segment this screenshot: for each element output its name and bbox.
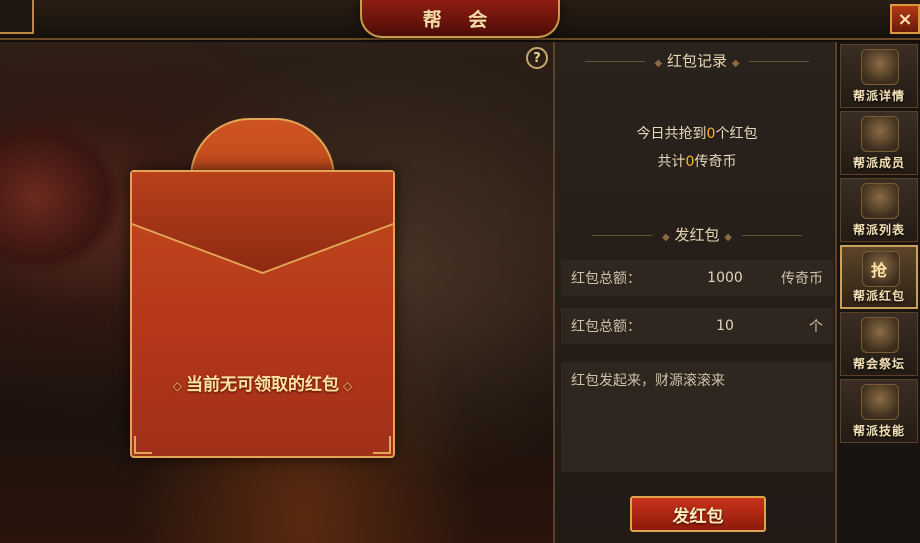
- divider: [749, 61, 810, 62]
- tab-label: 帮派列表: [852, 223, 905, 237]
- dragon-artwork: [0, 122, 120, 272]
- red-envelope[interactable]: ◇ 当前无可领取的红包 ◇: [130, 118, 395, 458]
- tab-guild-red-envelope[interactable]: 抢 帮派红包: [840, 245, 918, 309]
- divider: [584, 61, 645, 62]
- tab-label: 帮派技能: [852, 424, 905, 438]
- tab-guild-list[interactable]: 帮派列表: [840, 178, 918, 242]
- amount-input[interactable]: 1000: [681, 270, 769, 286]
- tab-label: 帮派红包: [852, 289, 905, 303]
- send-envelope-button[interactable]: 发红包: [630, 496, 766, 532]
- tab-guild-details[interactable]: 帮派详情: [840, 44, 918, 108]
- title-bar: 帮 会 ×: [0, 0, 920, 40]
- warrior-helmet-icon: [861, 116, 899, 152]
- red-envelope-panel: ◆ 红包记录 ◆ 今日共抢到0个红包 共计0传奇币 ◆ 发红包 ◆ 红包总额： …: [553, 42, 837, 543]
- total-coins-line: 共计0传奇币: [555, 148, 839, 176]
- diamond-icon: ◇: [343, 379, 353, 393]
- background-scene: ? ◇ 当前无可领取的红包 ◇: [0, 42, 553, 543]
- message-placeholder: 红包发起来，财源滚滚来: [571, 373, 725, 389]
- tab-guild-skills[interactable]: 帮派技能: [840, 379, 918, 443]
- armor-skill-icon: [861, 384, 899, 420]
- stat-text: 今日共抢到: [636, 126, 707, 142]
- tab-label: 帮派成员: [852, 156, 905, 170]
- close-button[interactable]: ×: [890, 4, 920, 34]
- tab-guild-members[interactable]: 帮派成员: [840, 111, 918, 175]
- divider: [592, 235, 652, 236]
- tab-label: 帮派详情: [852, 89, 905, 103]
- amount-unit: 传奇币: [781, 271, 823, 287]
- send-header: ◆ 发红包 ◆: [555, 224, 839, 245]
- send-title: 发红包: [674, 226, 720, 244]
- book-icon: [861, 49, 899, 85]
- window-title: 帮 会: [360, 0, 560, 38]
- envelope-message: 当前无可领取的红包: [186, 375, 339, 395]
- divider: [741, 235, 802, 236]
- corner-ornament: [0, 0, 34, 34]
- grab-glyph: 抢: [870, 261, 887, 280]
- blessing-message-input[interactable]: 红包发起来，财源滚滚来: [561, 362, 833, 472]
- help-icon[interactable]: ?: [526, 47, 548, 69]
- envelope-status-text: ◇ 当前无可领取的红包 ◇: [130, 370, 395, 395]
- diamond-icon: ◆: [724, 232, 732, 243]
- count-label: 红包总额：: [571, 319, 641, 335]
- stat-text: 传奇币: [694, 154, 737, 170]
- envelope-corner-ornament: [134, 436, 152, 454]
- diamond-icon: ◇: [172, 379, 182, 393]
- count-row: 红包总额： 10 个: [561, 308, 833, 344]
- scroll-list-icon: [861, 183, 899, 219]
- stat-text: 个红包: [715, 126, 758, 142]
- amount-label: 红包总额：: [571, 271, 641, 287]
- count-input[interactable]: 10: [681, 318, 769, 334]
- sidebar: 帮派详情 帮派成员 帮派列表 抢 帮派红包 帮会祭坛 帮派技能: [837, 42, 920, 543]
- records-header: ◆ 红包记录 ◆: [555, 50, 839, 71]
- close-icon: ×: [897, 8, 913, 30]
- diamond-icon: ◆: [731, 58, 740, 69]
- stat-text: 共计: [657, 154, 686, 170]
- amount-row: 红包总额： 1000 传奇币: [561, 260, 833, 296]
- envelope-corner-ornament: [373, 436, 391, 454]
- tab-label: 帮会祭坛: [852, 357, 905, 371]
- records-title: 红包记录: [666, 52, 727, 70]
- diamond-icon: ◆: [654, 58, 663, 69]
- altar-icon: [861, 317, 899, 353]
- envelope-top: [190, 118, 335, 178]
- diamond-icon: ◆: [662, 232, 670, 243]
- tab-guild-altar[interactable]: 帮会祭坛: [840, 312, 918, 376]
- records-stats: 今日共抢到0个红包 共计0传奇币: [555, 120, 839, 176]
- count-unit: 个: [809, 319, 823, 335]
- today-grabbed-line: 今日共抢到0个红包: [555, 120, 839, 148]
